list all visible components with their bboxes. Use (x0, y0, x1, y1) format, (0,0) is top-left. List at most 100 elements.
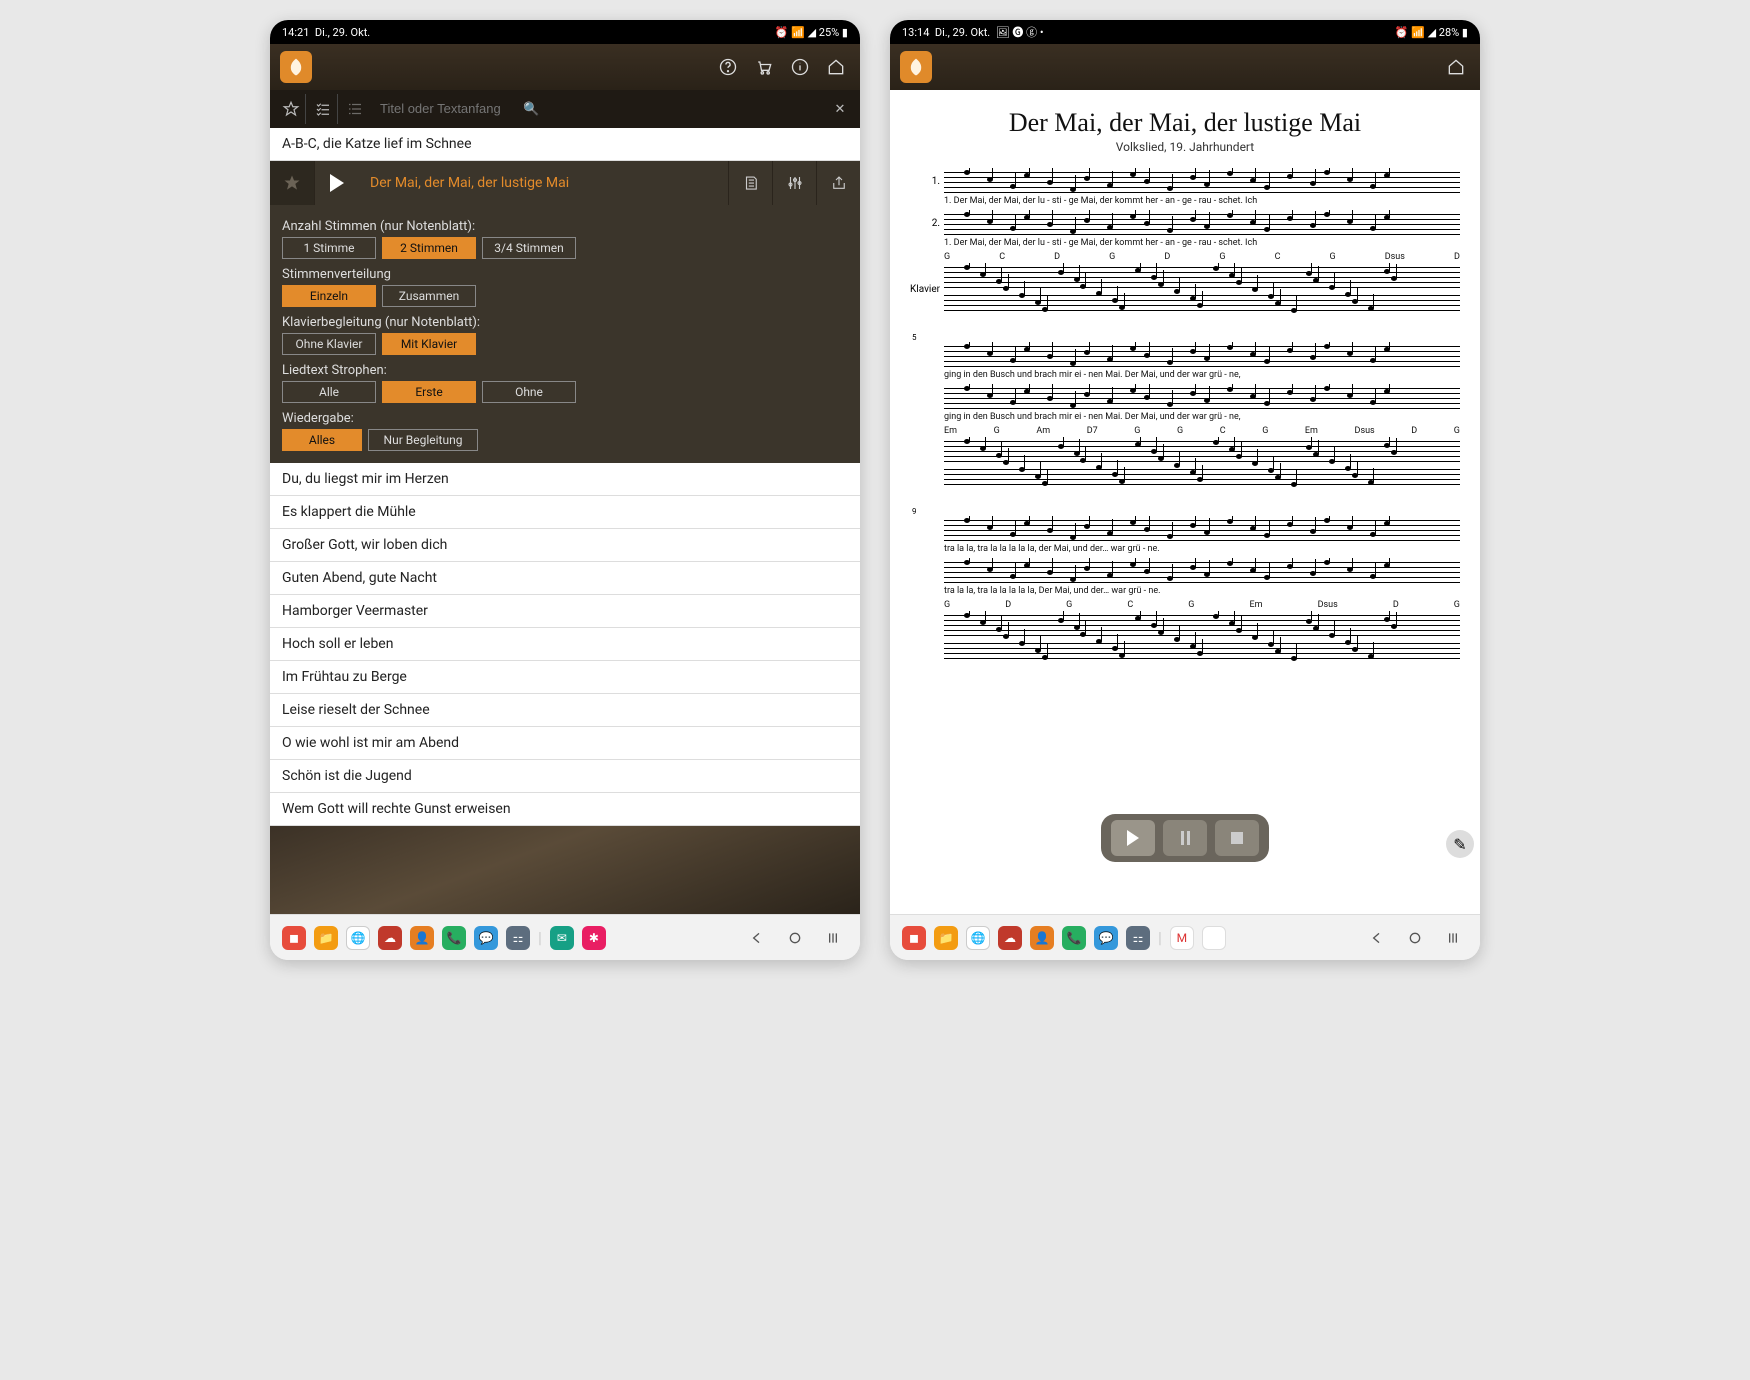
dock-apps-icon[interactable]: ⚏ (506, 926, 530, 950)
app-logo-icon[interactable] (280, 51, 312, 83)
expanded-song-title[interactable]: Der Mai, der Mai, der lustige Mai (358, 175, 728, 191)
staff-voice2 (944, 558, 1460, 584)
app-bar (890, 44, 1480, 90)
chord-row-1: GCDGDGCGDsusD (910, 252, 1460, 263)
help-icon[interactable] (714, 53, 742, 81)
player-pause-button[interactable] (1163, 820, 1207, 856)
notif-icons: 🖼 🅖 ⓖ • (996, 26, 1044, 39)
dock-app-2-icon[interactable]: 📁 (934, 926, 958, 950)
player-play-button[interactable] (1111, 820, 1155, 856)
song-list-item[interactable]: A-B-C, die Katze lief im Schnee (270, 128, 860, 161)
verses-first-button[interactable]: Erste (382, 381, 476, 403)
sheet-view-icon[interactable] (728, 161, 772, 205)
dock-chrome-icon[interactable]: 🌐 (966, 926, 990, 950)
music-system-1: 1. 1. Der Mai, der Mai, der lu - sti - g… (910, 168, 1460, 315)
song-subtitle: Volkslied, 19. Jahrhundert (910, 140, 1460, 154)
piano-off-button[interactable]: Ohne Klavier (282, 333, 376, 355)
info-icon[interactable] (786, 53, 814, 81)
nav-recent-icon[interactable] (1438, 923, 1468, 953)
song-list-item[interactable]: Schön ist die Jugend (270, 760, 860, 793)
dock-app-1-icon[interactable]: ◼ (902, 926, 926, 950)
distribution-together-button[interactable]: Zusammen (382, 285, 476, 307)
playback-accomp-button[interactable]: Nur Begleitung (368, 429, 478, 451)
playback-all-button[interactable]: Alles (282, 429, 362, 451)
search-field[interactable]: 🔍 (372, 101, 824, 117)
song-list-item[interactable]: O wie wohl ist mir am Abend (270, 727, 860, 760)
voices-2-button[interactable]: 2 Stimmen (382, 237, 476, 259)
dock-mail-icon[interactable]: ✉ (550, 926, 574, 950)
search-input[interactable] (380, 101, 520, 116)
verses-none-button[interactable]: Ohne (482, 381, 576, 403)
player-overlay (1101, 814, 1269, 862)
status-icons: ⏰ 📶 ◢ 25% ▮ (775, 26, 848, 39)
nav-back-icon[interactable] (742, 923, 772, 953)
dock-app-2-icon[interactable]: 📁 (314, 926, 338, 950)
chord-row-2: EmGAmD7GGCGEmDsusDG (910, 426, 1460, 437)
song-list-item[interactable]: Guten Abend, gute Nacht (270, 562, 860, 595)
dock-gmail-icon[interactable]: M (1170, 926, 1194, 950)
home-icon[interactable] (1442, 53, 1470, 81)
voices-1-button[interactable]: 1 Stimme (282, 237, 376, 259)
dock-phone-icon[interactable]: 📞 (442, 926, 466, 950)
favorite-toggle-icon[interactable] (270, 161, 314, 205)
home-icon[interactable] (822, 53, 850, 81)
piano-on-button[interactable]: Mit Klavier (382, 333, 476, 355)
dock-phone-icon[interactable]: 📞 (1062, 926, 1086, 950)
bar-number-9: 9 (912, 507, 1460, 516)
system-navbar: ◼ 📁 🌐 ☁ 👤 📞 💬 ⚏ | M ▶ (890, 914, 1480, 960)
dock-app-4-icon[interactable]: 👤 (1030, 926, 1054, 950)
nav-home-icon[interactable] (1400, 923, 1430, 953)
dock-app-1-icon[interactable]: ◼ (282, 926, 306, 950)
staff-piano (944, 437, 1460, 489)
distribution-single-button[interactable]: Einzeln (282, 285, 376, 307)
edit-fab-icon[interactable]: ✎ (1446, 830, 1474, 858)
dock-messages-icon[interactable]: 💬 (1094, 926, 1118, 950)
nav-back-icon[interactable] (1362, 923, 1392, 953)
search-icon[interactable]: 🔍 (523, 102, 539, 117)
dock-chrome-icon[interactable]: 🌐 (346, 926, 370, 950)
favorite-star-icon[interactable] (276, 94, 306, 124)
verses-all-button[interactable]: Alle (282, 381, 376, 403)
staff-voice1 (944, 516, 1460, 542)
song-list-item[interactable]: Hoch soll er leben (270, 628, 860, 661)
dock-app-3-icon[interactable]: ☁ (378, 926, 402, 950)
list-icon[interactable] (340, 94, 370, 124)
clear-search-icon[interactable]: ✕ (826, 102, 854, 117)
player-stop-button[interactable] (1215, 820, 1259, 856)
song-list-item[interactable]: Hamborger Veermaster (270, 595, 860, 628)
status-bar: 13:14 Di., 29. Okt. 🖼 🅖 ⓖ • ⏰ 📶 ◢ 28% ▮ (890, 20, 1480, 44)
lyrics-line-2b: ging in den Busch und brach mir ei - nen… (910, 410, 1460, 426)
dock-app-4-icon[interactable]: 👤 (410, 926, 434, 950)
dock-app-3-icon[interactable]: ☁ (998, 926, 1022, 950)
song-list-item[interactable]: Leise rieselt der Schnee (270, 694, 860, 727)
dock-play-icon[interactable]: ▶ (1202, 926, 1226, 950)
voices-options: 1 Stimme 2 Stimmen 3/4 Stimmen (282, 237, 848, 259)
clock: 14:21 (282, 26, 309, 39)
song-list-item[interactable]: Du, du liegst mir im Herzen (270, 463, 860, 496)
voices-34-button[interactable]: 3/4 Stimmen (482, 237, 576, 259)
dock-messages-icon[interactable]: 💬 (474, 926, 498, 950)
staff-piano (944, 611, 1460, 663)
song-list-item[interactable]: Im Frühtau zu Berge (270, 661, 860, 694)
song-list-item[interactable]: Großer Gott, wir loben dich (270, 529, 860, 562)
left-screenshot: 14:21 Di., 29. Okt. ⏰ 📶 ◢ 25% ▮ 🔍 ✕ A-B-… (270, 20, 860, 960)
cart-icon[interactable] (750, 53, 778, 81)
dock-gallery-icon[interactable]: ✱ (582, 926, 606, 950)
lyrics-line-2a: ging in den Busch und brach mir ei - nen… (910, 368, 1460, 384)
checklist-icon[interactable] (308, 94, 338, 124)
play-button[interactable] (314, 161, 358, 205)
filter-toolbar: 🔍 ✕ (270, 90, 860, 128)
bar-number-5: 5 (912, 333, 1460, 342)
lyrics-line-1a: 1. Der Mai, der Mai, der lu - sti - ge M… (910, 194, 1460, 210)
nav-home-icon[interactable] (780, 923, 810, 953)
sheet-music-view[interactable]: Der Mai, der Mai, der lustige Mai Volksl… (890, 90, 1480, 914)
nav-recent-icon[interactable] (818, 923, 848, 953)
mixer-icon[interactable] (772, 161, 816, 205)
song-list-item[interactable]: Wem Gott will rechte Gunst erweisen (270, 793, 860, 826)
music-system-2: 5 ging in den Busch und brach mir ei - n… (910, 333, 1460, 489)
dock-apps-icon[interactable]: ⚏ (1126, 926, 1150, 950)
share-icon[interactable] (816, 161, 860, 205)
song-list-item[interactable]: Es klappert die Mühle (270, 496, 860, 529)
app-logo-icon[interactable] (900, 51, 932, 83)
staff-voice1 (944, 168, 1460, 194)
